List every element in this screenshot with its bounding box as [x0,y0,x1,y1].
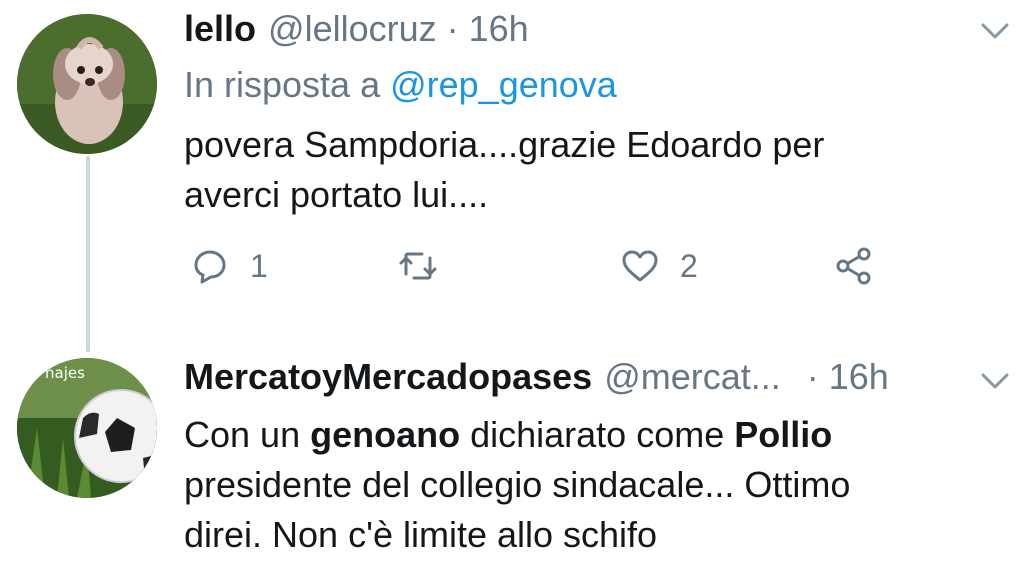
share-icon [836,247,871,285]
reply-icon [194,250,226,284]
dog-avatar-image [17,14,157,154]
tweet-actions: 1 2 [184,246,1024,306]
user-handle[interactable]: @mercat... [604,356,781,398]
tweet-header: lello @lellocruz · 16h [184,8,1024,58]
avatar-lello[interactable] [17,14,157,154]
text-segment: Con un [184,414,311,455]
tweet-text-line: presidente del collegio sindacale... Ott… [184,464,851,505]
tweet-text-line: Con un genoano dichiarato come Pollio [184,410,1024,460]
user-handle[interactable]: @lellocruz [268,8,437,50]
reply-context: In risposta a @rep_genova [184,64,1024,116]
text-bold-segment: Pollio [734,414,833,455]
chevron-down-icon[interactable] [980,370,1010,392]
separator-dot: · [806,356,819,397]
thread-connector-line [86,156,90,352]
text-bold-segment: genoano [310,414,461,455]
timestamp[interactable]: 16h [469,8,529,50]
like-count: 2 [680,247,698,284]
like-button[interactable]: 2 [620,246,698,286]
football-avatar-image: najes [17,358,157,498]
display-name[interactable]: MercatoyMercadopases [184,356,592,398]
separator-dot: · [446,8,459,49]
tweet-text-line: direi. Non c'è limite allo schifo [184,514,658,555]
tweet-text-line: averci portato lui.... [184,174,489,215]
display-name[interactable]: lello [184,8,256,50]
chevron-down-icon[interactable] [980,20,1010,42]
retweet-icon [399,252,437,280]
tweet-lello[interactable]: lello @lellocruz · 16h In risposta a @rep… [184,8,1024,220]
reply-count: 1 [250,247,268,284]
like-icon [622,250,658,282]
retweet-button[interactable] [398,246,438,286]
tweet-mercatoymercadopases[interactable]: MercatoyMercadopases @mercat... · 16h Co… [184,356,1024,560]
avatar-text: najes [45,364,85,382]
tweet-text-line: povera Sampdoria....grazie Edoardo per [184,124,825,165]
share-button[interactable] [834,246,874,286]
tweet-text: Con un genoano dichiarato come Pollio pr… [184,410,1024,560]
avatar-mercatoymercadopases[interactable]: najes [17,358,157,498]
reply-button[interactable]: 1 [190,246,268,286]
tweet-header: MercatoyMercadopases @mercat... · 16h [184,356,1024,406]
reply-mention-link[interactable]: @rep_genova [390,64,617,105]
text-segment: dichiarato come [460,414,735,455]
timestamp[interactable]: 16h [829,356,889,398]
tweet-text: povera Sampdoria....grazie Edoardo per a… [184,120,1024,220]
reply-prefix: In risposta a [184,64,381,105]
